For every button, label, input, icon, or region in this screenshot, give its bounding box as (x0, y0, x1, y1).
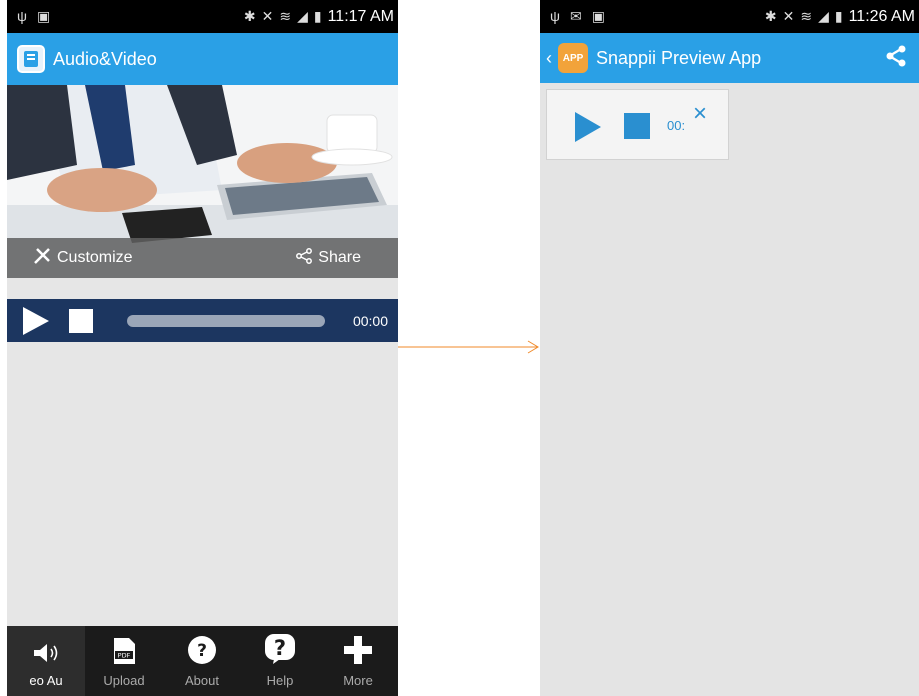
nav-label: More (343, 673, 373, 688)
nav-label: eo Au (29, 673, 63, 688)
phone-screen-left: ψ ▣ ✱ ✕ ≋ ◢ ▮ 11:17 AM Audio&Video Custo… (7, 0, 398, 696)
nav-label: Help (266, 673, 294, 688)
share-button[interactable] (885, 45, 907, 72)
status-bar: ψ ▣ ✱ ✕ ≋ ◢ ▮ 11:17 AM (7, 0, 398, 33)
status-bar: ψ ✉ ▣ ✱ ✕ ≋ ◢ ▮ 11:26 AM (540, 0, 919, 33)
question-circle-icon: ? (187, 635, 217, 668)
plus-icon (343, 635, 373, 668)
nav-item-help[interactable]: ? Help (241, 626, 319, 696)
nav-item-upload[interactable]: PDF Upload (85, 626, 163, 696)
status-time: 11:26 AM (848, 7, 915, 25)
player-time: 00:00 (667, 118, 685, 133)
share-button[interactable]: Share (296, 247, 361, 269)
usb-icon: ψ (550, 8, 560, 24)
audio-player: 00:00 (7, 299, 398, 342)
image-notification-icon: ▣ (36, 8, 51, 24)
signal-icon: ◢ (297, 8, 308, 24)
bluetooth-icon: ✱ (764, 8, 777, 24)
bottom-navigation: eo Au PDF Upload ? About ? Help More (7, 626, 398, 696)
share-label: Share (318, 249, 361, 266)
svg-text:PDF: PDF (118, 652, 131, 660)
app-header: Audio&Video (7, 33, 398, 85)
progress-bar[interactable] (127, 314, 325, 327)
app-header: ‹ APP Snappii Preview App (540, 33, 919, 83)
phone-screen-right: ψ ✉ ▣ ✱ ✕ ≋ ◢ ▮ 11:26 AM ‹ APP Snappii P… (540, 0, 919, 696)
pdf-file-icon: PDF (111, 637, 137, 668)
wifi-icon: ≋ (279, 8, 292, 24)
app-logo-icon (17, 45, 45, 73)
bluetooth-icon: ✱ (243, 8, 256, 24)
stop-button[interactable] (624, 113, 650, 139)
app-logo-icon: APP (558, 43, 588, 73)
nav-item-about[interactable]: ? About (163, 626, 241, 696)
usb-icon: ψ (17, 8, 27, 24)
customize-label: Customize (57, 249, 133, 266)
mini-audio-player: 00:00 × (546, 89, 729, 160)
app-logo-text: APP (562, 52, 584, 64)
speaker-icon (32, 641, 60, 668)
page-title: Snappii Preview App (596, 47, 762, 68)
question-bubble-icon: ? (264, 633, 296, 668)
nav-item-audio[interactable]: eo Au (7, 626, 85, 696)
wifi-icon: ≋ (800, 8, 813, 24)
svg-text:?: ? (274, 636, 286, 660)
nav-label: About (185, 673, 219, 688)
svg-text:?: ? (197, 641, 207, 661)
play-button[interactable] (575, 112, 601, 142)
mute-icon: ✕ (261, 8, 274, 24)
signal-icon: ◢ (818, 8, 829, 24)
nav-item-more[interactable]: More (319, 626, 397, 696)
email-notification-icon: ✉ (569, 8, 582, 24)
battery-icon: ▮ (313, 8, 322, 24)
transition-arrow (398, 340, 539, 354)
share-icon (885, 45, 907, 72)
back-button[interactable]: ‹ (546, 48, 552, 69)
image-notification-icon: ▣ (591, 8, 605, 24)
battery-icon: ▮ (834, 8, 843, 24)
close-icon[interactable]: × (693, 100, 707, 128)
share-icon (296, 247, 313, 269)
player-time: 00:00 (352, 312, 388, 329)
page-title: Audio&Video (53, 48, 157, 69)
mute-icon: ✕ (782, 8, 795, 24)
nav-label: Upload (103, 673, 145, 688)
hero-action-bar: Customize Share (7, 238, 398, 278)
customize-button[interactable]: Customize (33, 247, 133, 270)
play-button[interactable] (23, 306, 49, 335)
hero-image: Customize Share (7, 85, 398, 278)
status-time: 11:17 AM (327, 7, 394, 25)
stop-button[interactable] (69, 308, 93, 333)
tools-icon (33, 247, 51, 270)
